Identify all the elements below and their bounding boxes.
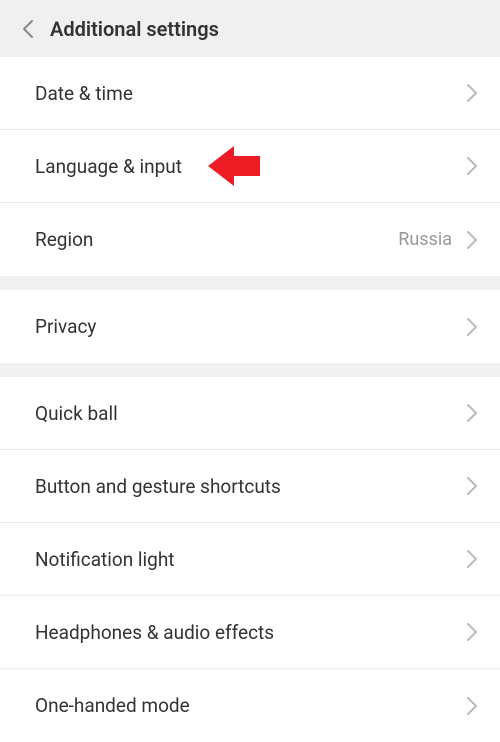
chevron-right-icon (464, 624, 480, 640)
chevron-left-icon (22, 19, 34, 39)
chevron-right-icon (464, 85, 480, 101)
row-language-input[interactable]: Language & input (0, 130, 500, 203)
row-notification-light[interactable]: Notification light (0, 523, 500, 596)
row-label: Quick ball (35, 402, 464, 425)
header: Additional settings (0, 0, 500, 57)
row-label: Region (35, 228, 398, 251)
row-privacy[interactable]: Privacy (0, 290, 500, 363)
row-one-handed[interactable]: One-handed mode (0, 669, 500, 742)
highlight-arrow-icon (208, 146, 260, 186)
chevron-right-icon (464, 551, 480, 567)
row-button-gesture[interactable]: Button and gesture shortcuts (0, 450, 500, 523)
chevron-right-icon (464, 405, 480, 421)
settings-group: Privacy (0, 290, 500, 363)
row-headphones-audio[interactable]: Headphones & audio effects (0, 596, 500, 669)
row-label: Date & time (35, 82, 464, 105)
row-quick-ball[interactable]: Quick ball (0, 377, 500, 450)
settings-group: Quick ball Button and gesture shortcuts … (0, 377, 500, 742)
settings-group: Date & time Language & input Region Russ… (0, 57, 500, 276)
row-label: Notification light (35, 548, 464, 571)
row-value: Russia (398, 229, 452, 250)
row-region[interactable]: Region Russia (0, 203, 500, 276)
row-label: Privacy (35, 315, 464, 338)
chevron-right-icon (464, 158, 480, 174)
chevron-right-icon (464, 232, 480, 248)
chevron-right-icon (464, 319, 480, 335)
page-title: Additional settings (50, 17, 219, 41)
row-label: Headphones & audio effects (35, 621, 464, 644)
back-button[interactable] (15, 16, 40, 41)
row-label: Button and gesture shortcuts (35, 475, 464, 498)
chevron-right-icon (464, 478, 480, 494)
row-label: One-handed mode (35, 694, 464, 717)
chevron-right-icon (464, 698, 480, 714)
row-date-time[interactable]: Date & time (0, 57, 500, 130)
